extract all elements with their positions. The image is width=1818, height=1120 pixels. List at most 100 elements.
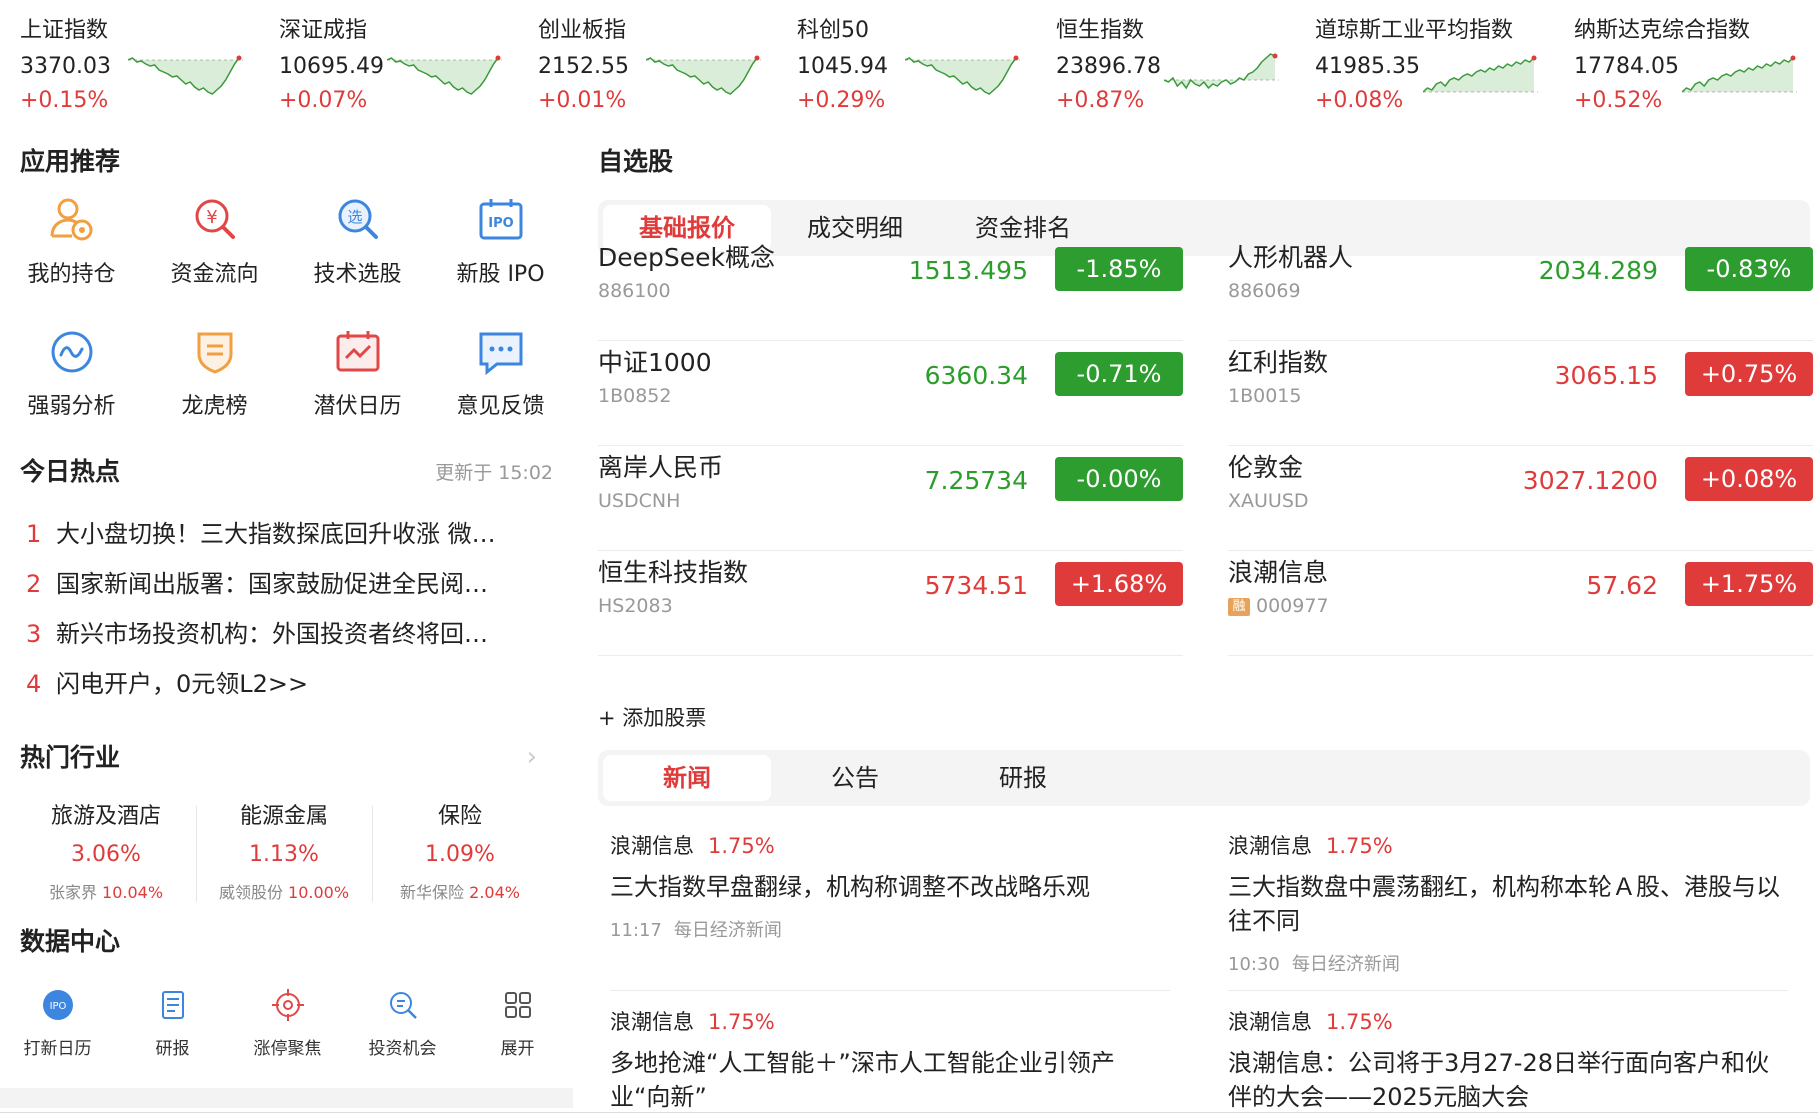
quote-change-badge[interactable]: +1.75% bbox=[1685, 562, 1813, 606]
news-item[interactable]: 浪潮信息 1.75% 浪潮信息：公司将于3月27-28日举行面向客户和伙伴的大会—… bbox=[1228, 1006, 1788, 1114]
index-name: 恒生指数 bbox=[1056, 18, 1145, 43]
tab-research[interactable]: 研报 bbox=[939, 755, 1107, 801]
wave-analysis-icon bbox=[51, 331, 92, 373]
app-strength-analysis[interactable]: 强弱分析 bbox=[0, 324, 143, 420]
quote-code: HS2083 bbox=[598, 595, 673, 617]
data-ipo-calendar[interactable]: IPO 打新日历 bbox=[0, 988, 115, 1059]
news-source: 浪潮信息 1.75% bbox=[610, 1006, 1170, 1036]
hot-item[interactable]: 2 国家新闻出版署：国家鼓励促进全民阅… bbox=[26, 564, 540, 614]
index-name: 上证指数 bbox=[20, 18, 109, 43]
quote-row[interactable]: 恒生科技指数 HS2083 5734.51 +1.68% bbox=[598, 551, 1183, 656]
app-label: 潜伏日历 bbox=[313, 394, 402, 419]
hot-item[interactable]: 1 大小盘切换！三大指数探底回升收涨 微… bbox=[26, 514, 540, 564]
quote-row[interactable]: 人形机器人 886069 2034.289 -0.83% bbox=[1228, 236, 1813, 341]
app-new-ipo[interactable]: IPO 新股 IPO bbox=[429, 192, 572, 288]
app-label: 新股 IPO bbox=[456, 262, 545, 287]
hot-text: 大小盘切换！三大指数探底回升收涨 微… bbox=[56, 520, 496, 548]
industry-card[interactable]: 旅游及酒店 3.06% 张家界 10.04% bbox=[18, 798, 194, 910]
data-label: 投资机会 bbox=[368, 1039, 437, 1059]
sparkline-endpoint bbox=[1013, 55, 1019, 61]
quote-change-badge[interactable]: -1.85% bbox=[1055, 247, 1183, 291]
index-value: 1045.94 bbox=[797, 54, 888, 79]
quote-change-badge[interactable]: +0.08% bbox=[1685, 457, 1813, 501]
index-card-star50[interactable]: 科创50 1045.94 +0.29% bbox=[777, 8, 1032, 113]
quote-row[interactable]: 浪潮信息 融 000977 57.62 +1.75% bbox=[1228, 551, 1813, 656]
app-my-holdings[interactable]: 我的持仓 bbox=[0, 192, 143, 288]
sparkline-endpoint bbox=[236, 55, 242, 61]
index-value: 2152.55 bbox=[538, 54, 629, 79]
industry-card[interactable]: 保险 1.09% 新华保险 2.04% bbox=[372, 798, 548, 910]
quote-row[interactable]: 离岸人民币 USDCNH 7.25734 -0.00% bbox=[598, 446, 1183, 551]
data-opportunity[interactable]: 投资机会 bbox=[345, 988, 460, 1059]
index-sparkline bbox=[1682, 55, 1797, 93]
index-card-hangseng[interactable]: 恒生指数 23896.78 +0.87% bbox=[1036, 8, 1291, 113]
quote-price: 3027.1200 bbox=[1522, 466, 1658, 495]
report-icon bbox=[161, 991, 184, 1019]
hot-text: 新兴市场投资机构：外国投资者终将回… bbox=[56, 620, 488, 648]
quote-row[interactable]: 伦敦金 XAUUSD 3027.1200 +0.08% bbox=[1228, 446, 1813, 551]
news-outlet: 每日经济新闻 bbox=[673, 920, 782, 941]
sparkline-endpoint bbox=[1531, 55, 1537, 61]
svg-text:IPO: IPO bbox=[49, 1001, 66, 1012]
quote-name: 离岸人民币 bbox=[598, 453, 724, 482]
quote-name: 人形机器人 bbox=[1228, 243, 1354, 272]
index-value: 10695.49 bbox=[279, 54, 384, 79]
quote-row[interactable]: 红利指数 1B0015 3065.15 +0.75% bbox=[1228, 341, 1813, 446]
chevron-right-icon[interactable]: › bbox=[527, 742, 537, 772]
news-title: 三大指数盘中震荡翻红，机构称本轮Ａ股、港股与以往不同 bbox=[1228, 873, 1780, 935]
quote-change-badge[interactable]: +0.75% bbox=[1685, 352, 1813, 396]
data-center-row: IPO 打新日历 研报 涨停聚焦 投资机会 展开 bbox=[0, 988, 573, 1078]
app-label: 意见反馈 bbox=[456, 394, 545, 419]
industry-leader: 威领股份 10.00% bbox=[196, 879, 372, 903]
index-change: +0.29% bbox=[797, 88, 886, 113]
hot-updated-time: 更新于 15:02 bbox=[435, 462, 553, 484]
index-name: 纳斯达克综合指数 bbox=[1574, 18, 1751, 43]
hot-header: 今日热点 更新于 15:02 bbox=[20, 452, 553, 488]
index-card-dowjones[interactable]: 道琼斯工业平均指数 41985.35 +0.08% bbox=[1295, 8, 1550, 113]
data-research[interactable]: 研报 bbox=[115, 988, 230, 1059]
index-card-chinext[interactable]: 创业板指 2152.55 +0.01% bbox=[518, 8, 773, 113]
hot-item[interactable]: 3 新兴市场投资机构：外国投资者终将回… bbox=[26, 614, 540, 664]
quote-row[interactable]: DeepSeek概念 886100 1513.495 -1.85% bbox=[598, 236, 1183, 341]
news-divider bbox=[1228, 990, 1788, 991]
quote-change-badge[interactable]: -0.00% bbox=[1055, 457, 1183, 501]
quote-change-badge[interactable]: -0.83% bbox=[1685, 247, 1813, 291]
leader-change: 2.04% bbox=[469, 883, 520, 902]
app-label: 我的持仓 bbox=[27, 262, 116, 287]
app-money-flow[interactable]: ¥ 资金流向 bbox=[143, 192, 286, 288]
quote-change-badge[interactable]: +1.68% bbox=[1055, 562, 1183, 606]
index-card-nasdaq[interactable]: 纳斯达克综合指数 17784.05 +0.52% bbox=[1554, 8, 1809, 113]
quote-code: XAUUSD bbox=[1228, 490, 1309, 512]
right-column: 自选股 基础报价 成交明细 资金排名 DeepSeek概念 886100 151… bbox=[598, 130, 1813, 1111]
index-name: 科创50 bbox=[797, 18, 869, 43]
hot-text: 国家新闻出版署：国家鼓励促进全民阅… bbox=[56, 570, 488, 598]
data-expand[interactable]: 展开 bbox=[460, 988, 575, 1059]
index-name: 道琼斯工业平均指数 bbox=[1315, 18, 1514, 43]
news-title: 浪潮信息：公司将于3月27-28日举行面向客户和伙伴的大会——2025元脑大会 bbox=[1228, 1049, 1770, 1111]
quote-row[interactable]: 中证1000 1B0852 6360.34 -0.71% bbox=[598, 341, 1183, 446]
tab-news[interactable]: 新闻 bbox=[603, 755, 771, 801]
quote-code: 886069 bbox=[1228, 280, 1301, 302]
index-value: 3370.03 bbox=[20, 54, 111, 79]
data-limit-up[interactable]: 涨停聚焦 bbox=[230, 988, 345, 1059]
quote-price: 1513.495 bbox=[908, 256, 1028, 285]
news-item[interactable]: 浪潮信息 1.75% 多地抢滩“人工智能＋”深市人工智能企业引领产业“向新” bbox=[610, 1006, 1170, 1114]
index-card-shanghai[interactable]: 上证指数 3370.03 +0.15% bbox=[0, 8, 255, 113]
hot-item[interactable]: 4 闪电开户，0元领L2>> bbox=[26, 664, 540, 714]
app-dragon-tiger[interactable]: 龙虎榜 bbox=[143, 324, 286, 420]
industry-leader: 新华保险 2.04% bbox=[372, 879, 548, 903]
hot-rank: 3 bbox=[26, 620, 42, 648]
industry-card[interactable]: 能源金属 1.13% 威领股份 10.00% bbox=[196, 798, 372, 910]
news-item[interactable]: 浪潮信息 1.75% 三大指数早盘翻绿，机构称调整不改战略乐观 11:17 每日经济… bbox=[610, 830, 1170, 942]
quote-change-badge[interactable]: -0.71% bbox=[1055, 352, 1183, 396]
news-item[interactable]: 浪潮信息 1.75% 三大指数盘中震荡翻红，机构称本轮Ａ股、港股与以往不同 10:… bbox=[1228, 830, 1788, 976]
add-stock-button[interactable]: + 添加股票 bbox=[598, 702, 706, 732]
app-label: 资金流向 bbox=[170, 262, 259, 287]
index-card-shenzhen[interactable]: 深证成指 10695.49 +0.07% bbox=[259, 8, 514, 113]
industry-name: 能源金属 bbox=[239, 804, 328, 829]
app-ambush-calendar[interactable]: 潜伏日历 bbox=[286, 324, 429, 420]
app-tech-select[interactable]: 选 技术选股 bbox=[286, 192, 429, 288]
app-feedback[interactable]: 意见反馈 bbox=[429, 324, 572, 420]
quote-name: DeepSeek概念 bbox=[598, 243, 775, 272]
tab-announcements[interactable]: 公告 bbox=[771, 755, 939, 801]
